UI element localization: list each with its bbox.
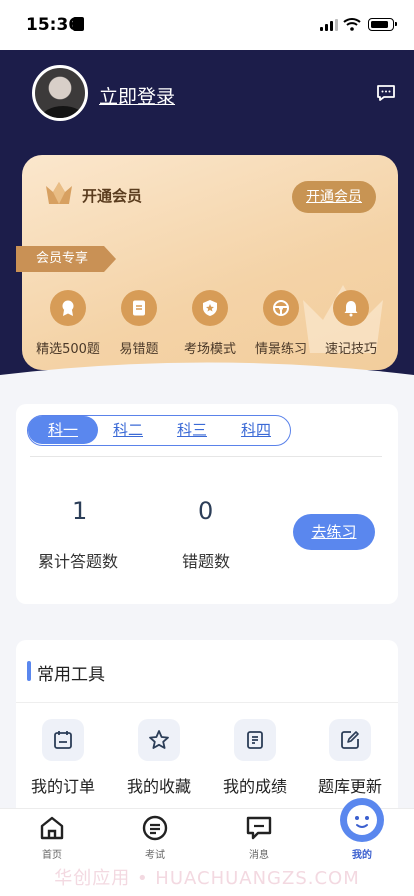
vip-title: 开通会员 xyxy=(82,187,143,205)
vip-exclusive-tag: 会员专享 xyxy=(16,246,117,272)
nav-label: 考试 xyxy=(145,850,165,861)
tool-my-scores[interactable]: 我的成绩 xyxy=(210,719,300,797)
wrong-count: 0 xyxy=(198,497,214,525)
wrong-label: 错题数 xyxy=(182,552,231,571)
subject-tabs: 科一 科二 科三 科四 xyxy=(27,415,291,446)
nav-messages[interactable]: 消息 xyxy=(229,814,289,861)
document-icon xyxy=(121,290,157,326)
watermark: 华创应用 • HUACHUANGZS.COM xyxy=(54,868,360,889)
divider xyxy=(16,702,398,703)
report-icon xyxy=(234,719,276,761)
answered-label: 累计答题数 xyxy=(38,552,119,571)
status-bar: 15:36 xyxy=(0,0,414,50)
tab-subject-4[interactable]: 科四 xyxy=(228,416,284,444)
tab-subject-2[interactable]: 科二 xyxy=(100,416,156,444)
nav-label: 首页 xyxy=(42,850,62,861)
answered-count: 1 xyxy=(72,497,88,525)
status-time: 15:36 xyxy=(26,15,81,35)
open-vip-button[interactable]: 开通会员 xyxy=(292,181,376,213)
message-bubble-icon xyxy=(246,816,272,840)
avatar[interactable] xyxy=(32,65,88,121)
nav-label: 消息 xyxy=(249,850,269,861)
message-icon[interactable] xyxy=(376,84,396,102)
signal-icon xyxy=(320,19,338,31)
wifi-icon xyxy=(343,18,361,31)
divider xyxy=(30,456,382,457)
shield-star-icon xyxy=(192,290,228,326)
section-accent-bar xyxy=(27,661,31,681)
nav-label: 我的 xyxy=(352,850,372,861)
tool-my-orders[interactable]: 我的订单 xyxy=(18,719,108,797)
profile-icon xyxy=(340,798,384,842)
medal-icon xyxy=(50,290,86,326)
tool-label: 我的收藏 xyxy=(126,777,191,796)
header-wave xyxy=(0,362,414,405)
tool-label: 我的成绩 xyxy=(222,777,287,796)
battery-icon xyxy=(368,18,397,31)
nav-exam[interactable]: 考试 xyxy=(125,814,185,861)
home-icon xyxy=(40,816,64,840)
star-icon xyxy=(138,719,180,761)
sim-card-icon xyxy=(73,17,84,31)
exam-icon xyxy=(142,815,168,841)
tool-bank-update[interactable]: 题库更新 xyxy=(305,719,395,797)
tool-my-favorites[interactable]: 我的收藏 xyxy=(114,719,204,797)
steering-wheel-icon xyxy=(263,290,299,326)
go-practice-button[interactable]: 去练习 xyxy=(293,514,375,550)
nav-profile[interactable]: 我的 xyxy=(332,798,392,861)
calendar-icon xyxy=(42,719,84,761)
tools-title: 常用工具 xyxy=(37,665,105,685)
login-link[interactable]: 立即登录 xyxy=(99,82,175,109)
tool-label: 题库更新 xyxy=(317,777,382,796)
crown-icon xyxy=(46,182,72,204)
tab-subject-1[interactable]: 科一 xyxy=(28,416,98,444)
tab-subject-3[interactable]: 科三 xyxy=(164,416,220,444)
edit-icon xyxy=(329,719,371,761)
bell-icon xyxy=(333,290,369,326)
nav-home[interactable]: 首页 xyxy=(22,814,82,861)
tool-label: 我的订单 xyxy=(30,777,95,796)
